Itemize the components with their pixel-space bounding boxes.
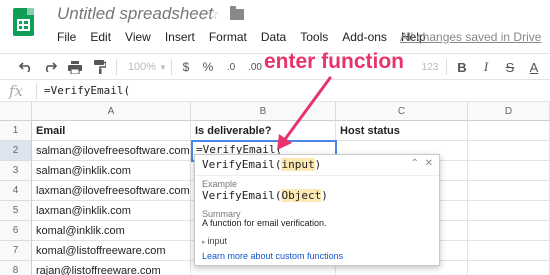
row-header[interactable]: 6 xyxy=(0,221,32,241)
row-header[interactable]: 1 xyxy=(0,121,32,141)
print-icon[interactable] xyxy=(65,54,85,80)
function-signature: VerifyEmail(input) xyxy=(202,158,321,171)
input-param-item[interactable]: ▸ input xyxy=(202,236,227,246)
annotation-label: enter function xyxy=(264,50,404,73)
menu-insert[interactable]: Insert xyxy=(165,30,195,44)
signature-name: VerifyEmail( xyxy=(202,158,282,171)
cell-a2[interactable]: salman@ilovefreesoftware.com xyxy=(32,141,191,161)
menu-data[interactable]: Data xyxy=(261,30,286,44)
cell-a4[interactable]: laxman@ilovefreesoftware.com xyxy=(32,181,191,201)
undo-icon[interactable] xyxy=(16,54,36,80)
folder-icon[interactable] xyxy=(230,6,244,20)
summary-text: A function for email verification. xyxy=(202,218,327,228)
percent-button[interactable]: % xyxy=(200,54,216,80)
cell-a7[interactable]: komal@listoffreeware.com xyxy=(32,241,191,261)
row-header[interactable]: 7 xyxy=(0,241,32,261)
cell-d1[interactable] xyxy=(468,121,550,141)
zoom-select[interactable]: 100% xyxy=(124,54,160,80)
currency-button[interactable]: $ xyxy=(178,54,194,80)
example-close: ) xyxy=(321,189,328,202)
cell-d5[interactable] xyxy=(468,201,550,221)
column-header-c[interactable]: C xyxy=(336,102,468,121)
increase-decimal-button[interactable]: .00 xyxy=(244,54,266,80)
cell-d8[interactable] xyxy=(468,261,550,275)
menu-format[interactable]: Format xyxy=(209,30,247,44)
cell-d7[interactable] xyxy=(468,241,550,261)
menu-file[interactable]: File xyxy=(57,30,76,44)
menu-edit[interactable]: Edit xyxy=(90,30,111,44)
column-header-d[interactable]: D xyxy=(468,102,550,121)
cell-a6[interactable]: komal@inklik.com xyxy=(32,221,191,241)
save-status-link[interactable]: All changes saved in Drive xyxy=(400,30,541,44)
row-header[interactable]: 4 xyxy=(0,181,32,201)
cell-a3[interactable]: salman@inklik.com xyxy=(32,161,191,181)
example-label: Example xyxy=(202,179,238,189)
example-value: VerifyEmail(Object) xyxy=(202,189,328,202)
menu-addons[interactable]: Add-ons xyxy=(342,30,387,44)
column-header-b[interactable]: B xyxy=(191,102,336,121)
strikethrough-button[interactable]: S xyxy=(502,54,518,80)
cell-d4[interactable] xyxy=(468,181,550,201)
bold-button[interactable]: B xyxy=(454,54,470,80)
decrease-decimal-button[interactable]: .0 xyxy=(222,54,240,80)
cell-a5[interactable]: laxman@inklik.com xyxy=(32,201,191,221)
spreadsheet-app: Untitled spreadsheet ☆ File Edit View In… xyxy=(0,0,550,275)
collapse-chevron-icon[interactable]: ⌃ ✕ xyxy=(411,158,433,169)
function-help-popup: VerifyEmail(input) ⌃ ✕ Example VerifyEma… xyxy=(194,154,440,266)
signature-param: input xyxy=(281,158,315,171)
row-header[interactable]: 3 xyxy=(0,161,32,181)
cell-d3[interactable] xyxy=(468,161,550,181)
menu-bar: File Edit View Insert Format Data Tools … xyxy=(57,30,440,44)
cell-a1[interactable]: Email xyxy=(32,121,191,141)
redo-icon[interactable] xyxy=(40,54,60,80)
menu-view[interactable]: View xyxy=(125,30,151,44)
cell-b1[interactable]: Is deliverable? xyxy=(191,121,336,141)
paint-format-icon[interactable] xyxy=(90,54,110,80)
learn-more-link[interactable]: Learn more about custom functions xyxy=(202,251,343,261)
example-param: Object xyxy=(281,189,322,202)
example-name: VerifyEmail( xyxy=(202,189,282,202)
row-header[interactable]: 8 xyxy=(0,261,32,275)
signature-close: ) xyxy=(314,158,322,171)
document-title[interactable]: Untitled spreadsheet xyxy=(57,4,213,24)
column-header-a[interactable]: A xyxy=(32,102,191,121)
zoom-chevron-down-icon[interactable]: ▼ xyxy=(158,54,168,80)
input-param-label: input xyxy=(207,236,227,246)
select-all-corner[interactable] xyxy=(0,102,32,121)
more-formats-button[interactable]: 123 xyxy=(420,54,440,80)
fx-icon: fx xyxy=(9,82,24,100)
cell-d6[interactable] xyxy=(468,221,550,241)
text-color-button[interactable]: A xyxy=(526,54,542,80)
sheets-logo-icon[interactable] xyxy=(13,8,34,36)
formula-bar: fx =VerifyEmail( xyxy=(0,80,550,102)
cell-a8[interactable]: rajan@listoffreeware.com xyxy=(32,261,191,275)
row-header[interactable]: 5 xyxy=(0,201,32,221)
row-header[interactable]: 2 xyxy=(0,141,32,161)
italic-button[interactable]: I xyxy=(478,54,494,80)
cell-c1[interactable]: Host status xyxy=(336,121,468,141)
formula-input[interactable]: =VerifyEmail( xyxy=(44,84,130,97)
menu-tools[interactable]: Tools xyxy=(300,30,328,44)
cell-d2[interactable] xyxy=(468,141,550,161)
star-icon[interactable]: ☆ xyxy=(206,5,219,23)
